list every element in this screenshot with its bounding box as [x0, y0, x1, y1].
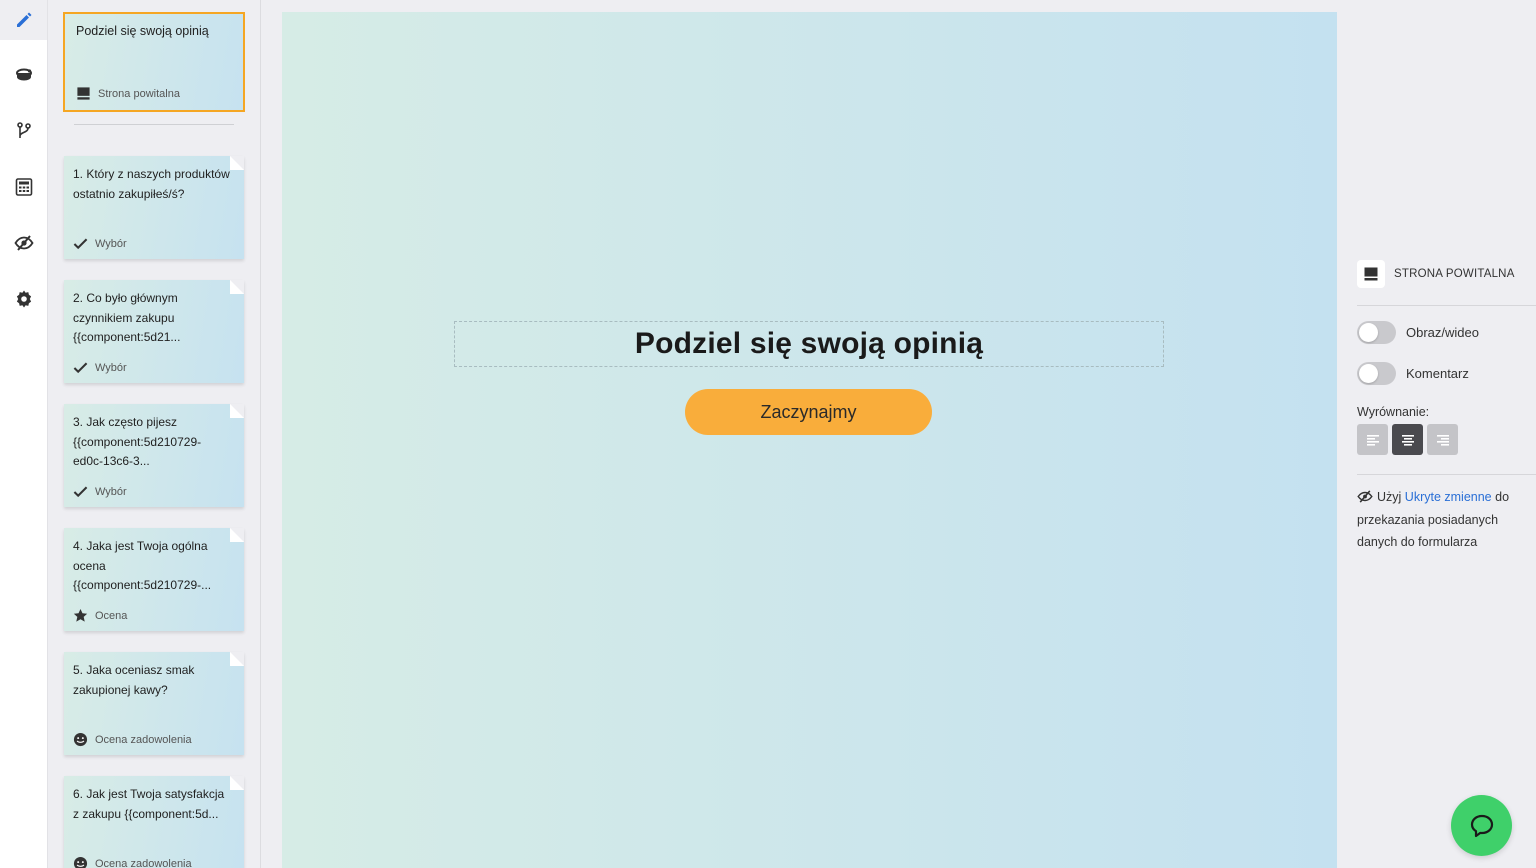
image-video-toggle[interactable] [1357, 321, 1396, 344]
question-card[interactable]: 1. Który z naszych produktów ostatnio za… [64, 156, 244, 259]
welcome-heading: Podziel się swoją opinią [634, 327, 984, 360]
chat-button[interactable] [1451, 795, 1512, 856]
hint-prefix: Użyj [1377, 490, 1402, 504]
welcome-card-type: Strona powitalna [76, 86, 180, 101]
welcome-screen-icon [1364, 267, 1378, 281]
question-card[interactable]: 2. Co było głównym czynnikiem zakupu {{c… [64, 280, 244, 383]
rail-item-settings[interactable] [0, 279, 47, 319]
question-title: 4. Jaka jest Twoja ogólna ocena {{compon… [73, 539, 212, 592]
hidden-variables-hint: Użyj Ukryte zmienne do przekazania posia… [1357, 486, 1535, 554]
align-left-button[interactable] [1357, 424, 1388, 455]
question-type-label: Wybór [95, 485, 127, 498]
question-title: 5. Jaka oceniasz smak zakupionej kawy? [73, 663, 195, 697]
comment-toggle[interactable] [1357, 362, 1396, 385]
rail-item-logic[interactable] [0, 111, 47, 151]
question-type: Ocena zadowolenia [73, 732, 192, 747]
panel-divider [1357, 474, 1536, 475]
welcome-screen-card[interactable]: Podziel się swoją opinią Strona powitaln… [63, 12, 245, 112]
smiley-icon [73, 856, 88, 868]
question-card[interactable]: 4. Jaka jest Twoja ogólna ocena {{compon… [64, 528, 244, 631]
question-type-label: Ocena zadowolenia [95, 857, 192, 868]
image-video-label: Obraz/wideo [1406, 325, 1479, 340]
rail-item-edit[interactable] [0, 0, 47, 40]
check-icon [73, 238, 88, 250]
question-type: Wybór [73, 236, 127, 251]
question-type: Wybór [73, 484, 127, 499]
gear-icon [16, 290, 31, 308]
pencil-icon [16, 12, 31, 27]
welcome-card-title: Podziel się swoją opinią [76, 24, 209, 38]
toggle-knob [1359, 323, 1378, 342]
eye-slash-icon [1357, 490, 1373, 503]
question-type-label: Ocena zadowolenia [95, 733, 192, 746]
branch-icon [16, 122, 31, 138]
panel-header-title: STRONA POWITALNA [1394, 268, 1515, 280]
list-divider [74, 124, 234, 125]
question-type-label: Wybór [95, 237, 127, 250]
alignment-label: Wyrównanie: [1357, 405, 1430, 419]
smiley-icon [73, 732, 88, 747]
question-type: Ocena [73, 608, 127, 623]
check-icon [73, 486, 88, 498]
toggle-knob [1359, 364, 1378, 383]
welcome-screen-icon [77, 87, 90, 100]
eye-slash-icon [13, 235, 34, 251]
paint-bucket-icon [15, 68, 32, 81]
toggle-row-comment: Komentarz [1357, 362, 1469, 385]
question-title: 2. Co było głównym czynnikiem zakupu {{c… [73, 291, 181, 344]
panel-divider [1357, 305, 1536, 306]
rail-item-hidden-fields[interactable] [0, 223, 47, 263]
question-type-label: Ocena [95, 609, 128, 622]
rail-item-calculator[interactable] [0, 167, 47, 207]
start-button[interactable]: Zaczynajmy [685, 389, 932, 435]
question-type: Wybór [73, 360, 127, 375]
rail-item-theme[interactable] [0, 55, 47, 95]
question-card[interactable]: 3. Jak często pijesz {{component:5d21072… [64, 404, 244, 507]
settings-panel: STRONA POWITALNA Obraz/wideo Komentarz W… [1338, 0, 1536, 868]
question-type: Ocena zadowolenia [73, 856, 192, 868]
question-card[interactable]: 5. Jaka oceniasz smak zakupionej kawy? O… [64, 652, 244, 755]
question-title: 6. Jak jest Twoja satysfakcja z zakupu {… [73, 787, 225, 821]
align-left-icon [1366, 434, 1379, 446]
calculator-icon [15, 178, 32, 196]
question-title: 1. Który z naszych produktów ostatnio za… [73, 167, 230, 201]
panel-header-icon-box [1357, 260, 1385, 288]
panel-header: STRONA POWITALNA [1357, 260, 1515, 288]
hidden-variables-link[interactable]: Ukryte zmienne [1405, 490, 1492, 504]
toggle-row-image-video: Obraz/wideo [1357, 321, 1479, 344]
question-list-panel: Podziel się swoją opinią Strona powitaln… [48, 0, 261, 868]
check-icon [73, 362, 88, 374]
align-right-icon [1436, 434, 1449, 446]
welcome-screen-preview: Podziel się swoją opinią Zaczynajmy [282, 12, 1337, 868]
welcome-heading-editable[interactable]: Podziel się swoją opinią [454, 321, 1164, 367]
question-type-label: Wybór [95, 361, 127, 374]
welcome-card-type-label: Strona powitalna [98, 87, 180, 100]
question-card[interactable]: 6. Jak jest Twoja satysfakcja z zakupu {… [64, 776, 244, 868]
comment-label: Komentarz [1406, 366, 1469, 381]
star-icon [73, 608, 88, 622]
chat-bubble-icon [1470, 814, 1493, 837]
question-title: 3. Jak często pijesz {{component:5d21072… [73, 415, 202, 468]
align-right-button[interactable] [1427, 424, 1458, 455]
align-center-icon [1401, 434, 1414, 446]
align-center-button[interactable] [1392, 424, 1423, 455]
left-icon-rail [0, 0, 48, 868]
alignment-buttons [1357, 424, 1462, 455]
